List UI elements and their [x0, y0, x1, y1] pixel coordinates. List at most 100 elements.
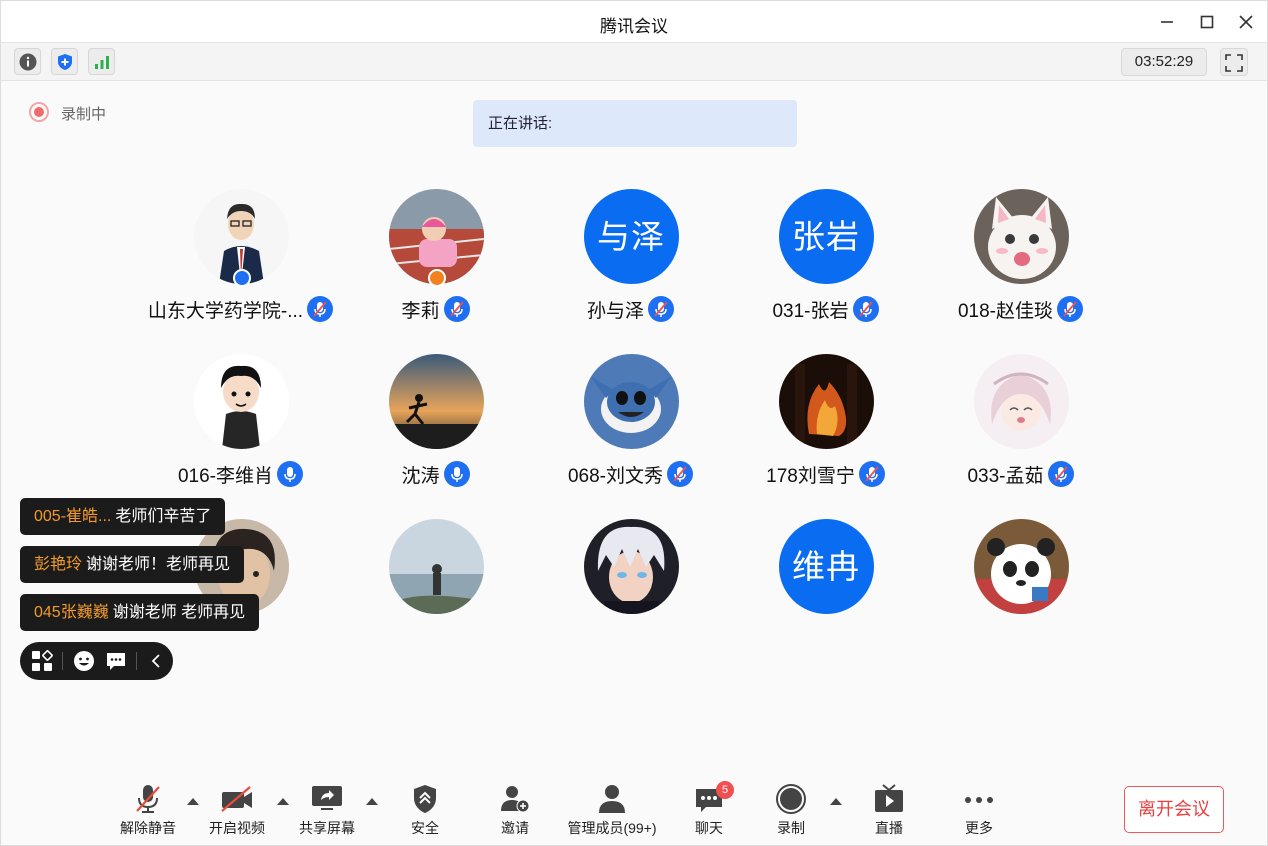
mic-muted-icon: [443, 295, 470, 322]
participant-tile[interactable]: 016-李维肖: [143, 354, 338, 504]
minimize-button[interactable]: [1155, 10, 1179, 34]
more-button[interactable]: 更多: [934, 783, 1024, 838]
live-stream-button[interactable]: 直播: [844, 783, 934, 838]
participant-tile[interactable]: 张岩 031-张岩: [728, 189, 923, 339]
close-icon: [1239, 15, 1253, 29]
unmute-label: 解除静音: [120, 820, 176, 836]
avatar-anime-girl-image: [973, 354, 1069, 449]
participant-tile[interactable]: 与泽 孙与泽: [533, 189, 728, 339]
chat-sender: 045张巍巍: [34, 604, 109, 621]
chat-quick-bar: [20, 642, 173, 680]
participant-tile[interactable]: 033-孟茹: [923, 354, 1118, 504]
participant-tile[interactable]: 178刘雪宁: [728, 354, 923, 504]
cohost-badge-icon: [427, 269, 446, 287]
avatar-cartoon-boy-image: [193, 354, 289, 449]
participant-name: 016-李维肖: [177, 466, 274, 487]
start-video-button[interactable]: 开启视频: [192, 783, 282, 838]
chat-message: 045张巍巍 谢谢老师 老师再见: [20, 594, 260, 631]
participant-name: 033-孟茹: [967, 466, 1044, 487]
live-stream-label: 直播: [875, 820, 903, 836]
chat-sender: 彭艳玲: [34, 556, 83, 573]
participant-name: 孙与泽: [586, 301, 644, 322]
manage-members-button[interactable]: 管理成员(99+): [557, 783, 667, 838]
participant-tile[interactable]: 李莉: [338, 189, 533, 339]
participant-tile[interactable]: 维冉: [728, 519, 923, 669]
participant-name: 031-张岩: [772, 301, 849, 322]
more-label: 更多: [965, 820, 993, 836]
mic-muted-icon: [852, 295, 879, 322]
unmute-button[interactable]: 解除静音: [103, 783, 193, 838]
record-label: 录制: [777, 820, 805, 836]
record-options-caret-icon[interactable]: [829, 796, 843, 806]
start-video-label: 开启视频: [209, 820, 265, 836]
leave-meeting-button[interactable]: 离开会议: [1124, 786, 1224, 833]
top-toolbar: 03:52:29: [1, 43, 1267, 81]
avatar-stitch-image: [583, 354, 679, 449]
host-badge-icon: [232, 269, 251, 287]
avatar: [973, 189, 1069, 284]
invite-user-icon: [501, 786, 530, 813]
title-bar: 腾讯会议: [1, 1, 1267, 43]
speaking-banner: 正在讲话:: [473, 100, 797, 147]
chat-input-button[interactable]: [104, 649, 128, 673]
share-screen-label: 共享屏幕: [299, 820, 355, 836]
meeting-window: 腾讯会议 03:52:29 录制中 正在讲话: 山东大学药学院-... 李莉 与…: [0, 0, 1268, 846]
smiley-icon: [74, 651, 94, 671]
record-dot-icon: [29, 102, 49, 122]
shield-icon: [414, 785, 436, 813]
avatar-anime-white-hair-image: [583, 519, 679, 614]
chat-label: 聊天: [695, 820, 723, 836]
close-button[interactable]: [1234, 10, 1258, 34]
participant-tile[interactable]: [923, 519, 1118, 669]
participant-tile[interactable]: 山东大学药学院-...: [143, 189, 338, 339]
fullscreen-icon: [1225, 54, 1243, 72]
members-icon: [599, 785, 625, 813]
maximize-button[interactable]: [1195, 10, 1219, 34]
security-label: 安全: [411, 820, 439, 836]
participant-tile[interactable]: 068-刘文秀: [533, 354, 728, 504]
avatar-person-sea-image: [388, 519, 484, 614]
participant-name: 178刘雪宁: [766, 466, 855, 487]
mic-muted-icon: [136, 785, 160, 813]
share-options-caret-icon[interactable]: [365, 796, 379, 806]
participant-tile[interactable]: [338, 519, 533, 669]
security-status-button[interactable]: [51, 48, 78, 75]
meeting-info-button[interactable]: [14, 48, 41, 75]
apps-button[interactable]: [30, 649, 54, 673]
participant-tile[interactable]: [533, 519, 728, 669]
avatar: [973, 354, 1069, 449]
participant-tile[interactable]: 沈涛: [338, 354, 533, 504]
share-screen-button[interactable]: 共享屏幕: [282, 783, 372, 838]
mic-on-icon: [443, 460, 470, 487]
chat-button[interactable]: 5 聊天: [664, 781, 754, 838]
avatar-initials: 与泽: [583, 189, 679, 284]
avatar-runner-sunset-image: [388, 354, 484, 449]
participant-name: 李莉: [401, 301, 440, 322]
recording-label: 录制中: [61, 106, 107, 123]
avatar-panda-bear-image: [973, 519, 1069, 614]
share-screen-icon: [312, 786, 342, 810]
maximize-icon: [1200, 15, 1214, 29]
invite-button[interactable]: 邀请: [470, 783, 560, 838]
avatar: [583, 354, 679, 449]
avatar-initials: 维冉: [778, 519, 874, 614]
participant-name: 068-刘文秀: [567, 466, 664, 487]
participant-tile[interactable]: 018-赵佳琰: [923, 189, 1118, 339]
participant-name: 沈涛: [401, 466, 440, 487]
avatar-initials: 张岩: [778, 189, 874, 284]
collapse-chat-button[interactable]: [144, 649, 168, 673]
avatar: [388, 519, 484, 614]
chat-message: 005-崔皓... 老师们辛苦了: [20, 498, 226, 535]
chat-sender: 005-崔皓...: [34, 508, 112, 525]
network-status-button[interactable]: [88, 48, 115, 75]
avatar: [583, 519, 679, 614]
chat-message: 彭艳玲 谢谢老师！老师再见: [20, 546, 245, 583]
unread-count-badge: 5: [716, 781, 734, 799]
mic-on-icon: [277, 460, 304, 487]
security-button[interactable]: 安全: [380, 783, 470, 838]
live-tv-icon: [875, 784, 903, 812]
emoji-button[interactable]: [72, 649, 96, 673]
record-button[interactable]: 录制: [746, 783, 836, 838]
shield-icon: [57, 54, 72, 70]
fullscreen-button[interactable]: [1220, 48, 1248, 76]
